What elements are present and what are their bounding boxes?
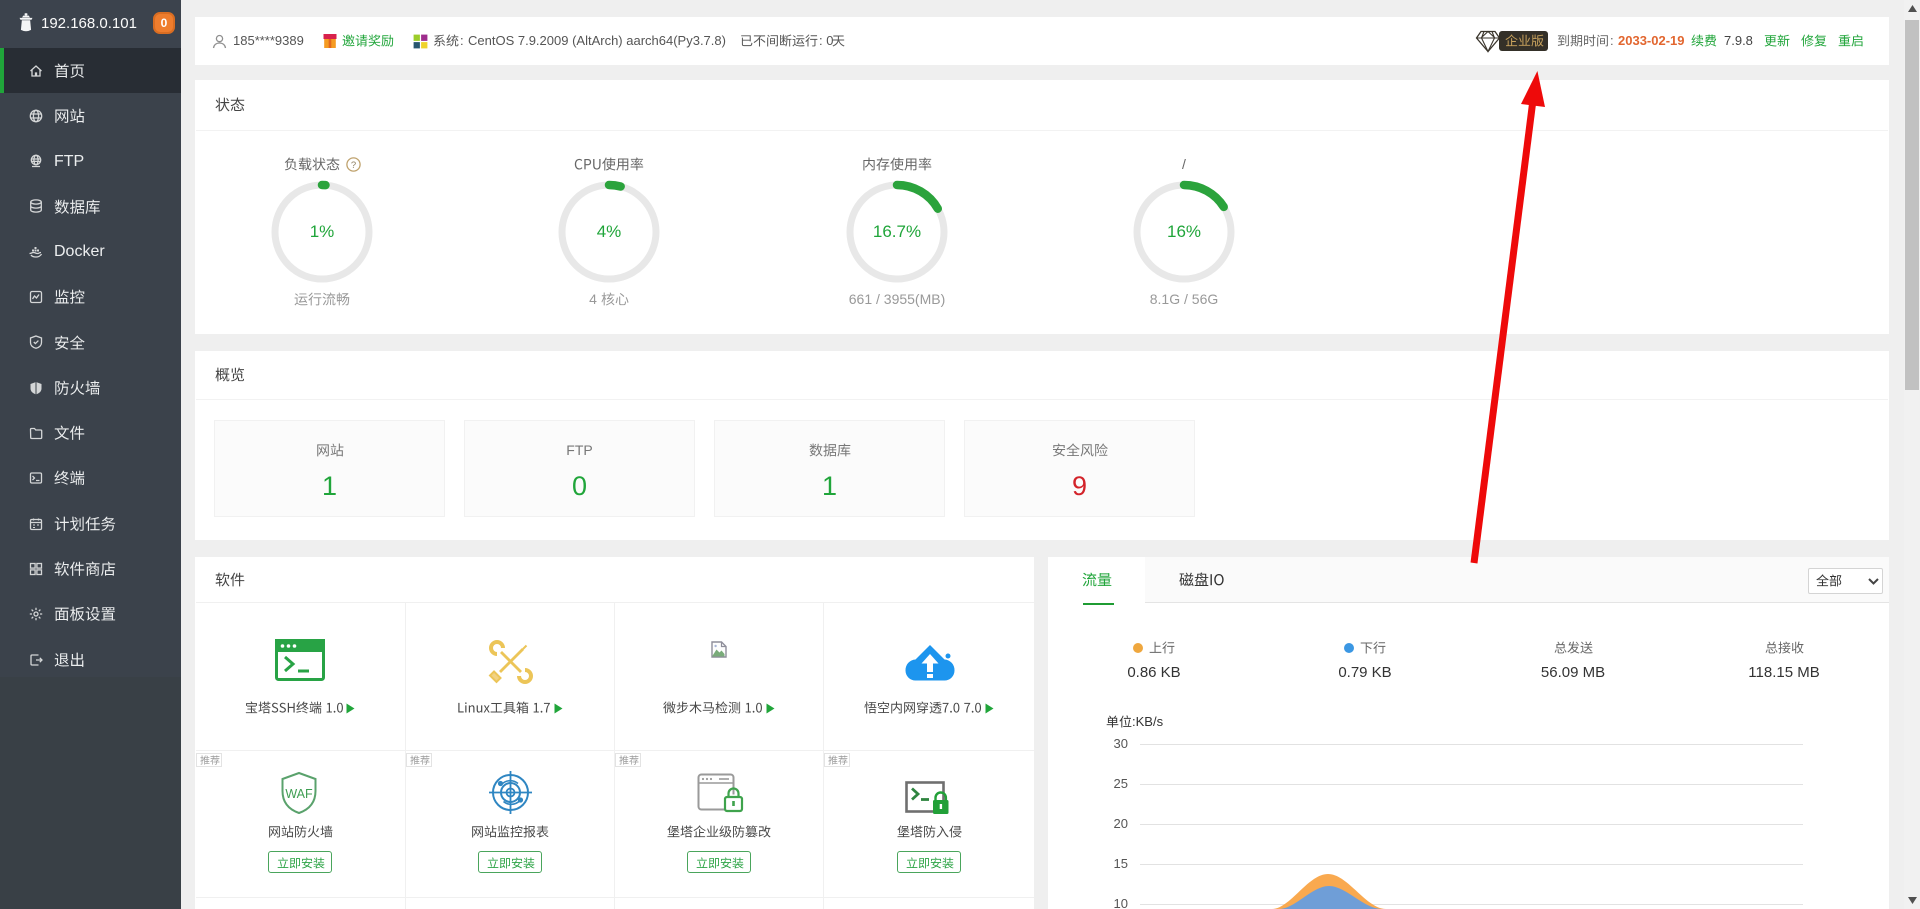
svg-text:?: ? xyxy=(351,160,356,171)
svg-text:WAF: WAF xyxy=(285,787,313,801)
